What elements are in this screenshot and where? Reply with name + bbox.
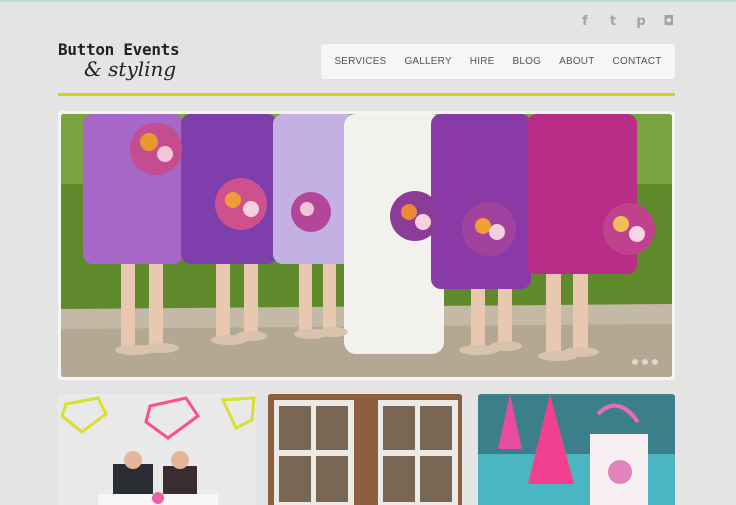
nav-hire[interactable]: HIRE (461, 56, 504, 67)
nav-gallery[interactable]: GALLERY (395, 56, 460, 67)
slider-dots (632, 359, 658, 365)
twitter-icon[interactable]: t (606, 14, 620, 29)
instagram-icon[interactable]: ◘ (662, 14, 676, 29)
gallery-thumb-couple[interactable] (58, 394, 256, 505)
nav-contact[interactable]: CONTACT (604, 56, 671, 67)
hero-image (61, 114, 672, 377)
hero-slider[interactable] (58, 111, 675, 380)
logo-line-2: & styling (84, 57, 177, 81)
facebook-icon[interactable]: f (578, 14, 592, 29)
slider-dot[interactable] (632, 359, 638, 365)
header-divider (58, 93, 675, 96)
slider-dot[interactable] (642, 359, 648, 365)
slider-dot[interactable] (652, 359, 658, 365)
nav-about[interactable]: ABOUT (550, 56, 603, 67)
nav-blog[interactable]: BLOG (504, 56, 551, 67)
gallery-thumb-party-favours[interactable] (478, 394, 675, 505)
main-nav: SERVICES GALLERY HIRE BLOG ABOUT CONTACT (321, 44, 675, 79)
site-logo[interactable]: Button Events & styling (58, 40, 228, 84)
nav-services[interactable]: SERVICES (325, 56, 395, 67)
social-links: f t p ◘ (578, 14, 676, 29)
gallery-thumb-seating-chart[interactable] (268, 394, 462, 505)
pinterest-icon[interactable]: p (634, 14, 648, 29)
